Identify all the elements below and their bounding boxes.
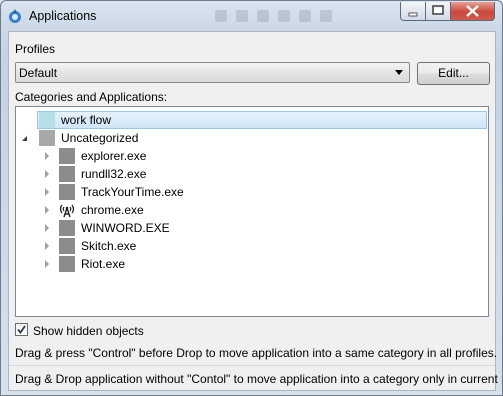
tree-item-label: Riot.exe — [81, 257, 126, 271]
close-button[interactable] — [450, 2, 495, 21]
tree-category-uncategorized[interactable]: Uncategorized — [16, 129, 488, 147]
app-square-icon — [59, 184, 75, 200]
app-square-icon — [59, 238, 75, 254]
antenna-icon — [59, 204, 75, 218]
collapsed-arrow-icon[interactable] — [45, 260, 49, 268]
profile-selected-value: Default — [19, 66, 58, 80]
maximize-button[interactable] — [425, 2, 451, 21]
collapsed-arrow-icon[interactable] — [45, 170, 49, 178]
minimize-icon — [408, 12, 418, 17]
show-hidden-checkbox[interactable] — [15, 323, 28, 336]
maximize-icon — [432, 5, 444, 15]
categories-tree[interactable]: work flow Uncategorized explorer.exe run… — [15, 106, 489, 317]
expanded-arrow-icon[interactable] — [22, 136, 27, 141]
tree-item-label: TrackYourTime.exe — [81, 185, 184, 199]
tree-item-label: explorer.exe — [81, 149, 147, 163]
collapsed-arrow-icon[interactable] — [45, 188, 49, 196]
collapsed-arrow-icon[interactable] — [45, 206, 49, 214]
tree-app-trackyourtime[interactable]: TrackYourTime.exe — [16, 183, 488, 201]
minimize-button[interactable] — [400, 2, 426, 21]
close-icon — [466, 5, 479, 17]
categories-label: Categories and Applications: — [15, 90, 168, 104]
tree-item-label: WINWORD.EXE — [81, 221, 170, 235]
edit-profile-button[interactable]: Edit... — [417, 62, 490, 85]
profile-dropdown[interactable]: Default — [15, 62, 410, 83]
collapsed-arrow-icon[interactable] — [45, 224, 49, 232]
category-square-icon — [39, 112, 55, 128]
tree-item-label: Skitch.exe — [81, 239, 137, 253]
collapsed-arrow-icon[interactable] — [45, 152, 49, 160]
collapsed-arrow-icon[interactable] — [45, 242, 49, 250]
dialog-body: Profiles Default Edit... Categories and … — [8, 31, 502, 391]
chevron-down-icon — [395, 70, 403, 75]
tree-app-skitch[interactable]: Skitch.exe — [16, 237, 488, 255]
tree-item-label: Uncategorized — [61, 131, 139, 145]
tree-app-rundll32[interactable]: rundll32.exe — [16, 165, 488, 183]
app-icon — [9, 9, 21, 23]
app-square-icon — [59, 166, 75, 182]
show-hidden-label[interactable]: Show hidden objects — [33, 324, 144, 338]
hint-plain-drag: Drag & Drop application without "Contol"… — [15, 372, 503, 386]
app-square-icon — [59, 220, 75, 236]
app-square-icon — [59, 256, 75, 272]
title-bar[interactable]: Applications — [1, 1, 502, 31]
tree-app-riot[interactable]: Riot.exe — [16, 255, 488, 273]
window-title: Applications — [29, 9, 97, 23]
category-square-icon — [39, 130, 55, 146]
tree-app-chrome[interactable]: chrome.exe — [16, 201, 488, 219]
tree-item-label: chrome.exe — [81, 203, 144, 217]
hint-control-drag: Drag & press "Control" before Drop to mo… — [15, 346, 498, 360]
tree-category-work-flow[interactable]: work flow — [16, 111, 488, 129]
tree-app-winword[interactable]: WINWORD.EXE — [16, 219, 488, 237]
applications-window: Applications Profiles Default Edit... Ca… — [0, 0, 503, 396]
divider — [9, 365, 495, 366]
tree-item-label: work flow — [61, 113, 112, 127]
profiles-label: Profiles — [15, 42, 56, 56]
tree-item-label: rundll32.exe — [81, 167, 147, 181]
background-toolbar-ghost — [215, 10, 365, 24]
app-square-icon — [59, 148, 75, 164]
tree-app-explorer[interactable]: explorer.exe — [16, 147, 488, 165]
checkmark-icon — [17, 325, 26, 334]
